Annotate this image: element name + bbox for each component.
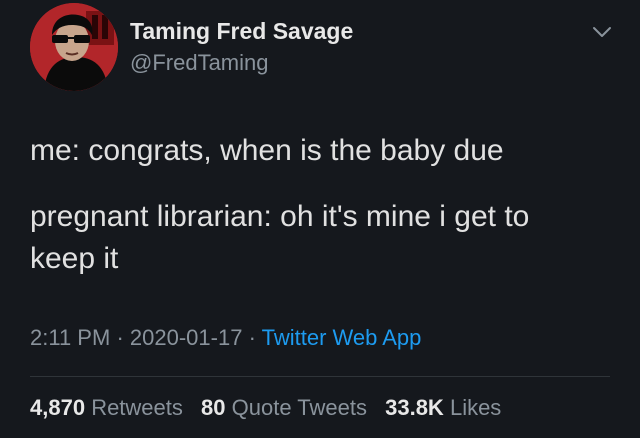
meta-separator: · bbox=[248, 325, 256, 350]
tweet-text-line: me: congrats, when is the baby due bbox=[30, 134, 504, 167]
retweets-label: Retweets bbox=[91, 395, 183, 420]
likes-stat[interactable]: 33.8K Likes bbox=[385, 395, 501, 420]
author-display-name[interactable]: Taming Fred Savage bbox=[130, 18, 353, 45]
avatar-image bbox=[30, 3, 118, 91]
tweet-date[interactable]: 2020-01-17 bbox=[130, 325, 243, 350]
tweet-source-link[interactable]: Twitter Web App bbox=[262, 325, 422, 350]
divider bbox=[30, 376, 610, 377]
tweet-time[interactable]: 2:11 PM bbox=[30, 325, 110, 350]
chevron-down-icon[interactable] bbox=[591, 24, 613, 40]
tweet-meta: 2:11 PM · 2020-01-17 · Twitter Web App bbox=[30, 325, 421, 351]
author-handle[interactable]: @FredTaming bbox=[130, 50, 269, 76]
tweet: Taming Fred Savage @FredTaming me: congr… bbox=[0, 0, 640, 438]
likes-label: Likes bbox=[449, 395, 502, 420]
tweet-stats: 4,870 Retweets 80 Quote Tweets 33.8K Lik… bbox=[30, 395, 501, 421]
likes-count: 33.8K bbox=[385, 395, 444, 420]
quote-tweets-stat[interactable]: 80 Quote Tweets bbox=[201, 395, 367, 420]
quote-tweets-count: 80 bbox=[201, 395, 226, 420]
retweets-stat[interactable]: 4,870 Retweets bbox=[30, 395, 183, 420]
tweet-text-line: keep it bbox=[30, 242, 119, 275]
retweets-count: 4,870 bbox=[30, 395, 86, 420]
meta-separator: · bbox=[116, 325, 124, 350]
tweet-text-line: pregnant librarian: oh it's mine i get t… bbox=[30, 200, 530, 233]
quote-tweets-label: Quote Tweets bbox=[231, 395, 367, 420]
avatar[interactable] bbox=[30, 3, 118, 91]
